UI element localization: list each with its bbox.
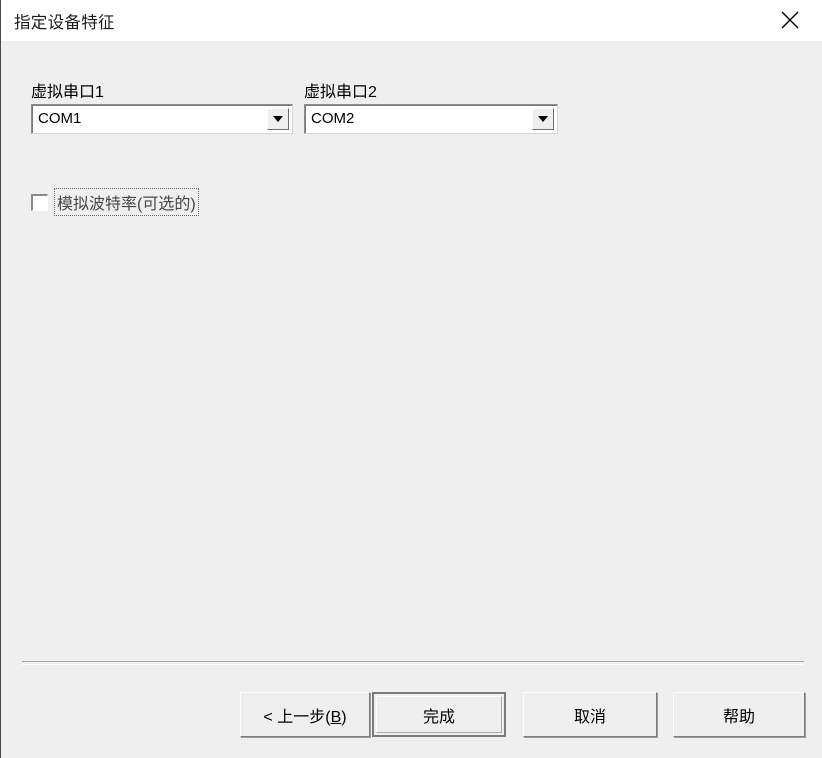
back-button-prefix: <	[263, 708, 278, 726]
button-bar-separator	[22, 661, 804, 665]
back-button-suffix: )	[341, 708, 347, 726]
back-button-text: 上一步(	[277, 708, 331, 726]
chevron-down-icon	[273, 116, 283, 122]
finish-button-label: 完成	[422, 708, 455, 726]
checkbox-emulate-baudrate[interactable]: 模拟波特率(可选的)	[31, 188, 199, 216]
combo-virtual-port-1-arrow-button[interactable]	[267, 108, 289, 130]
cancel-button[interactable]: 取消	[523, 692, 657, 737]
close-icon	[779, 9, 801, 31]
help-button[interactable]: 帮助	[673, 692, 805, 737]
dialog-window: 指定设备特征 虚拟串口1 COM1 虚拟串口2 COM2 模拟波特率(可选的) …	[0, 0, 822, 758]
close-button[interactable]	[758, 0, 822, 40]
combo-virtual-port-2[interactable]: COM2	[304, 104, 558, 134]
label-virtual-port-2: 虚拟串口2	[304, 84, 377, 101]
cancel-button-label: 取消	[573, 708, 606, 726]
combo-virtual-port-2-arrow-button[interactable]	[532, 108, 554, 130]
checkbox-box-icon[interactable]	[31, 193, 48, 211]
help-button-label: 帮助	[722, 708, 755, 726]
dialog-client-area: 虚拟串口1 COM1 虚拟串口2 COM2 模拟波特率(可选的) < 上一步(B…	[2, 41, 822, 757]
titlebar: 指定设备特征	[1, 0, 822, 42]
chevron-down-icon	[538, 116, 548, 122]
back-button[interactable]: < 上一步(B)	[240, 692, 370, 737]
combo-virtual-port-1[interactable]: COM1	[31, 104, 293, 134]
finish-button[interactable]: 完成	[372, 692, 506, 737]
combo-virtual-port-1-value: COM1	[38, 110, 82, 127]
back-button-label: < 上一步(B)	[263, 703, 346, 727]
label-virtual-port-1: 虚拟串口1	[31, 84, 104, 101]
window-title: 指定设备特征	[14, 14, 115, 32]
checkbox-emulate-baudrate-label: 模拟波特率(可选的)	[54, 188, 199, 216]
back-button-accel: B	[330, 708, 342, 726]
combo-virtual-port-2-value: COM2	[311, 110, 355, 127]
